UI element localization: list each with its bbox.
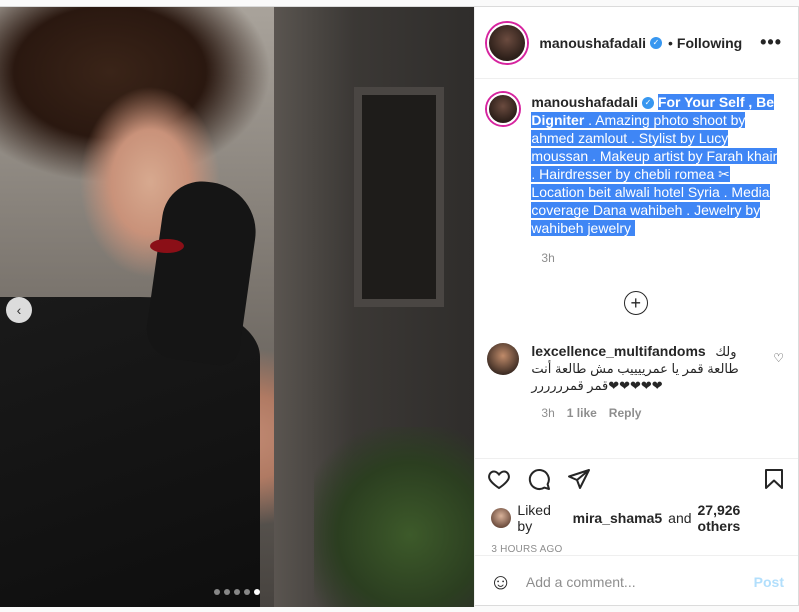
reply-button[interactable]: Reply — [609, 406, 642, 420]
following-button[interactable]: Following — [677, 35, 742, 51]
plus-circle-icon[interactable]: + — [623, 291, 648, 315]
carousel-dot-active — [254, 589, 261, 595]
heart-icon[interactable]: ♡ — [773, 351, 784, 394]
caption-time: 3h — [541, 251, 555, 265]
post-timestamp: 3 HOURS AGO — [491, 544, 563, 555]
comment-item: lexcellence_multifandoms ولك طالعة قمر ي… — [487, 343, 784, 394]
photo-plants — [314, 427, 475, 607]
bookmark-icon[interactable] — [762, 467, 786, 491]
avatar[interactable] — [487, 22, 528, 63]
comment-time: 3h — [541, 406, 555, 420]
photo-lips — [150, 239, 184, 253]
chevron-left-icon: ‹ — [16, 302, 22, 318]
caption: manoushafadali ✓ For Your Self , Be Digni… — [487, 93, 784, 237]
comment-meta: 3h 1 like Reply — [541, 406, 784, 420]
heart-icon[interactable] — [487, 467, 511, 491]
carousel-dot — [234, 589, 241, 595]
likes-count[interactable]: 27,926 others — [698, 502, 782, 534]
post-side-panel: manoushafadali ✓ • Following ••• manoush… — [474, 7, 798, 607]
caption-text: manoushafadali ✓ For Your Self , Be Digni… — [531, 93, 784, 237]
liker-username[interactable]: mira_shama5 — [573, 510, 663, 526]
post-photo[interactable]: ‹ — [0, 7, 475, 607]
caption-body: ⁣⁣. Amazing photo shoot by ahmed zamlout… — [531, 112, 778, 236]
comment-likes[interactable]: 1 like — [567, 406, 597, 420]
verified-badge-icon: ✓ — [642, 97, 654, 110]
emoji-icon[interactable]: ☺ — [489, 569, 511, 595]
caption-highlighted-text: For Your Self , Be Digniter ⁣⁣. Amazing … — [531, 94, 778, 236]
likes-prefix: Liked by — [517, 502, 551, 534]
post-button[interactable]: Post — [754, 574, 784, 590]
caption-avatar[interactable] — [487, 93, 520, 125]
likes-summary: Liked by mira_shama5 and 27,926 others — [475, 498, 798, 534]
comments-section: manoushafadali ✓ For Your Self , Be Digni… — [475, 79, 798, 458]
follow-separator: • — [668, 34, 673, 51]
load-more-comments: + — [487, 291, 784, 315]
carousel-prev-button[interactable]: ‹ — [6, 297, 32, 323]
post-header: manoushafadali ✓ • Following ••• — [475, 7, 798, 79]
commenter-avatar[interactable] — [487, 343, 520, 375]
caption-username[interactable]: manoushafadali — [531, 94, 638, 110]
action-bar — [475, 458, 798, 498]
likes-and: and — [668, 510, 692, 526]
comment-composer: ☺ Post — [475, 555, 798, 607]
comment-icon[interactable] — [527, 467, 551, 491]
more-options-icon[interactable]: ••• — [760, 32, 782, 53]
carousel-dot — [224, 589, 231, 595]
commenter-username[interactable]: lexcellence_multifandoms — [531, 343, 705, 359]
liker-avatar[interactable] — [491, 508, 512, 528]
verified-badge-icon: ✓ — [650, 36, 662, 49]
header-info: manoushafadali ✓ • Following — [539, 35, 742, 51]
carousel-dot — [214, 589, 221, 595]
comment-body: lexcellence_multifandoms ولك طالعة قمر ي… — [531, 343, 761, 394]
author-username[interactable]: manoushafadali — [539, 35, 646, 51]
photo-window — [354, 87, 445, 307]
carousel-indicator — [0, 589, 474, 595]
comment-input[interactable] — [525, 573, 740, 590]
share-icon[interactable] — [567, 467, 591, 491]
post-dialog: ‹ manoushafadali ✓ • Following ••• manou… — [0, 6, 799, 607]
carousel-dot — [244, 589, 251, 595]
